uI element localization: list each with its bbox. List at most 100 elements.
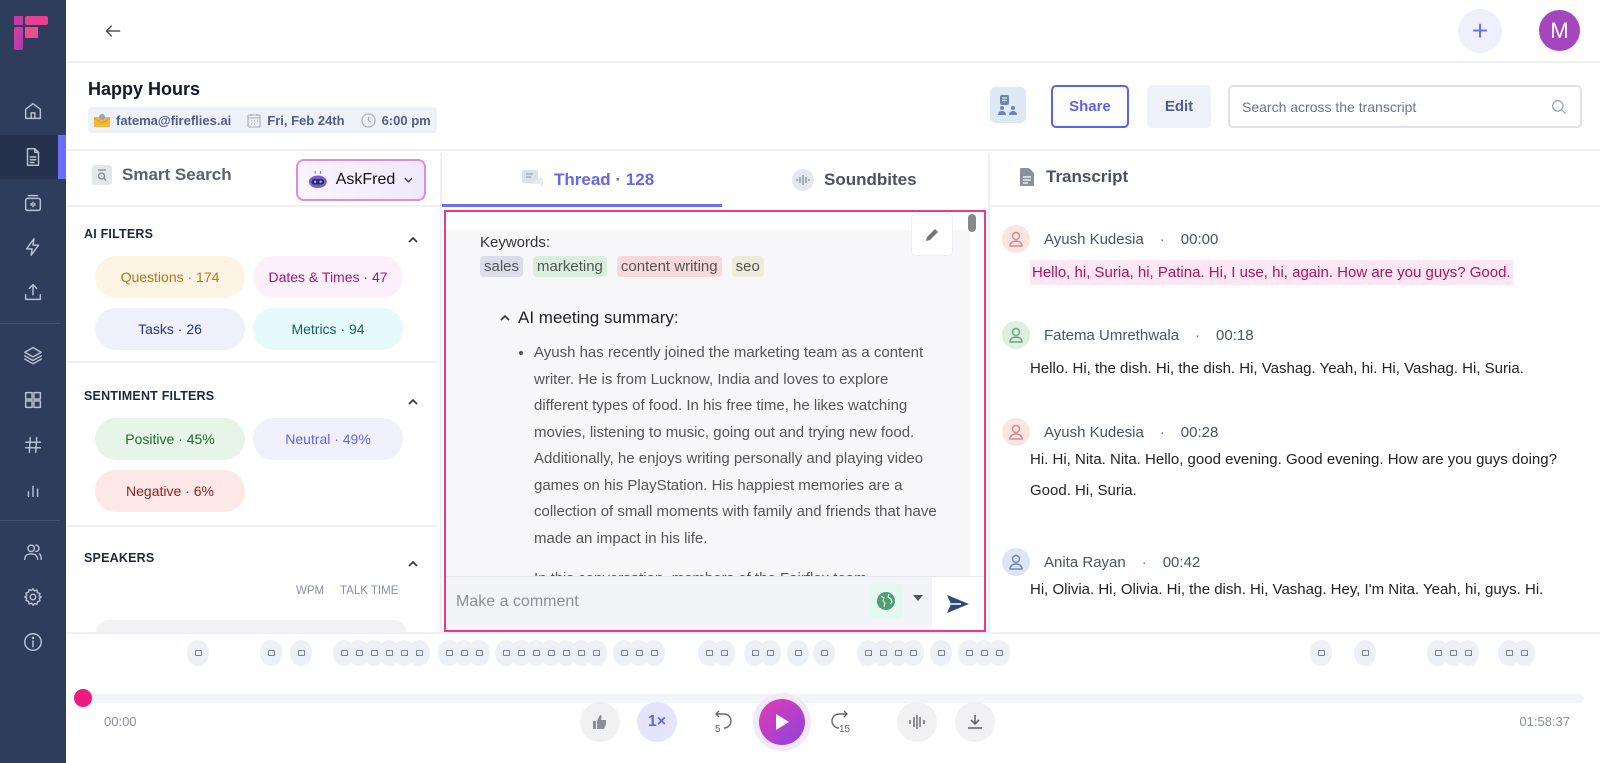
- comment-marker[interactable]: [187, 640, 209, 666]
- playback-track[interactable]: [80, 694, 1584, 703]
- sidebar-item-analytics[interactable]: [0, 468, 66, 512]
- sidebar-item-team[interactable]: [0, 530, 66, 574]
- search-icon[interactable]: [1550, 98, 1568, 116]
- recorder-icon: [24, 194, 42, 212]
- speaker-name[interactable]: Ayush Kudesia: [1044, 231, 1144, 248]
- keywords-label: Keywords:: [480, 234, 551, 251]
- visibility-button[interactable]: [869, 583, 903, 619]
- transcript-search[interactable]: [1228, 85, 1582, 128]
- comment-marker[interactable]: [902, 640, 924, 666]
- speaker-name[interactable]: Ayush Kudesia: [1044, 424, 1144, 441]
- sidebar-item-home[interactable]: [0, 89, 66, 133]
- comment-marker[interactable]: [585, 640, 607, 666]
- smart-search-icon: [92, 165, 112, 185]
- sidebar-item-topics[interactable]: [0, 423, 66, 467]
- comment-marker[interactable]: [643, 640, 665, 666]
- filter-dates-times[interactable]: Dates & Times · 47: [253, 256, 403, 298]
- speaker-view-button[interactable]: [990, 87, 1026, 123]
- keyword-tag[interactable]: sales: [480, 256, 524, 277]
- filter-metrics[interactable]: Metrics · 94: [253, 308, 403, 350]
- rewind-button[interactable]: 5: [701, 702, 741, 742]
- edit-summary-button[interactable]: [911, 214, 953, 256]
- entry-timestamp[interactable]: 00:28: [1181, 424, 1219, 441]
- comment-icon: [517, 650, 525, 656]
- filter-positive[interactable]: Positive · 45%: [95, 418, 245, 460]
- filter-questions[interactable]: Questions · 174: [95, 256, 245, 298]
- comment-marker[interactable]: [759, 640, 781, 666]
- sidebar-item-info[interactable]: [0, 620, 66, 664]
- comment-icon: [400, 650, 408, 656]
- soundwave-button[interactable]: [897, 702, 937, 742]
- add-button[interactable]: +: [1458, 9, 1502, 53]
- comment-marker[interactable]: [290, 640, 312, 666]
- comment-marker[interactable]: [930, 640, 952, 666]
- keyword-tag[interactable]: seo: [731, 256, 764, 277]
- comment-icon: [980, 650, 988, 656]
- back-button[interactable]: [100, 18, 126, 44]
- add-soundbite-button[interactable]: [580, 702, 620, 742]
- avatar-initial: M: [1550, 17, 1569, 43]
- comment-marker[interactable]: [1310, 640, 1332, 666]
- comment-marker[interactable]: [260, 640, 282, 666]
- sidebar-item-integrations[interactable]: [0, 225, 66, 269]
- keyword-tag[interactable]: marketing: [533, 256, 607, 277]
- chevron-up-icon[interactable]: [406, 557, 420, 571]
- download-button[interactable]: [955, 702, 995, 742]
- entry-timestamp[interactable]: 00:42: [1163, 554, 1201, 571]
- rewind-5-icon: 5: [715, 710, 732, 735]
- sidebar-item-recorder[interactable]: [0, 181, 66, 225]
- sidebar-item-settings[interactable]: [0, 575, 66, 619]
- tab-thread[interactable]: Thread · 128: [522, 153, 654, 207]
- forward-button[interactable]: 15: [822, 702, 862, 742]
- visibility-dropdown-caret[interactable]: [913, 595, 923, 601]
- speaker-name[interactable]: Anita Rayan: [1044, 554, 1126, 571]
- transcript-search-input[interactable]: [1242, 98, 1550, 115]
- edit-button[interactable]: Edit: [1147, 85, 1211, 128]
- comment-icon: [1520, 650, 1528, 656]
- pencil-icon: [926, 229, 938, 241]
- askfred-dropdown[interactable]: AskFred: [296, 159, 426, 201]
- person-icon: [1009, 424, 1023, 440]
- comment-marker[interactable]: [1513, 640, 1535, 666]
- sidebar-item-channels[interactable]: [0, 333, 66, 377]
- playback-speed-button[interactable]: 1×: [637, 702, 677, 742]
- keyword-tag[interactable]: content writing: [616, 256, 722, 277]
- transcript-tab[interactable]: Transcript: [1020, 167, 1128, 187]
- comment-marker[interactable]: [468, 640, 490, 666]
- separator-dot: ·: [1195, 326, 1201, 344]
- sidebar-item-upload[interactable]: [0, 270, 66, 314]
- comment-marker[interactable]: [1457, 640, 1479, 666]
- calendar-icon: [247, 113, 261, 128]
- comment-marker[interactable]: [1354, 640, 1376, 666]
- entry-text: Hello. Hi, the dish. Hi, the dish. Hi, V…: [1030, 360, 1524, 377]
- comment-marker[interactable]: [713, 640, 735, 666]
- filter-tasks[interactable]: Tasks · 26: [95, 308, 245, 350]
- play-button[interactable]: [759, 699, 805, 745]
- sidebar-item-apps[interactable]: [0, 378, 66, 422]
- comment-marker[interactable]: [787, 640, 809, 666]
- fireflies-logo[interactable]: [14, 16, 50, 52]
- presenter-icon: [998, 95, 1017, 115]
- filter-negative[interactable]: Negative · 6%: [95, 470, 245, 512]
- ai-filters-title: AI FILTERS: [84, 227, 154, 241]
- chevron-up-icon[interactable]: [406, 395, 420, 409]
- smart-search-tab[interactable]: Smart Search: [92, 165, 232, 185]
- comment-marker[interactable]: [408, 640, 430, 666]
- share-button[interactable]: Share: [1051, 85, 1129, 128]
- comment-input[interactable]: [456, 587, 856, 617]
- tab-soundbites[interactable]: Soundbites: [792, 153, 917, 207]
- filter-neutral[interactable]: Neutral · 49%: [253, 418, 403, 460]
- chevron-up-icon[interactable]: [406, 233, 420, 247]
- speaker-name[interactable]: Fatema Umrethwala: [1044, 327, 1179, 344]
- sidebar-item-meetings[interactable]: [0, 135, 66, 179]
- comment-marker[interactable]: [813, 640, 835, 666]
- playhead-knob[interactable]: [74, 689, 92, 707]
- comment-marker[interactable]: [988, 640, 1010, 666]
- user-avatar[interactable]: M: [1539, 10, 1580, 51]
- summary-toggle[interactable]: AI meeting summary:: [498, 308, 679, 328]
- comment-icon: [864, 650, 872, 656]
- entry-timestamp[interactable]: 00:18: [1216, 327, 1254, 344]
- thread-scrollbar[interactable]: [968, 214, 976, 232]
- entry-timestamp[interactable]: 00:00: [1181, 231, 1219, 248]
- send-comment-button[interactable]: [932, 577, 984, 630]
